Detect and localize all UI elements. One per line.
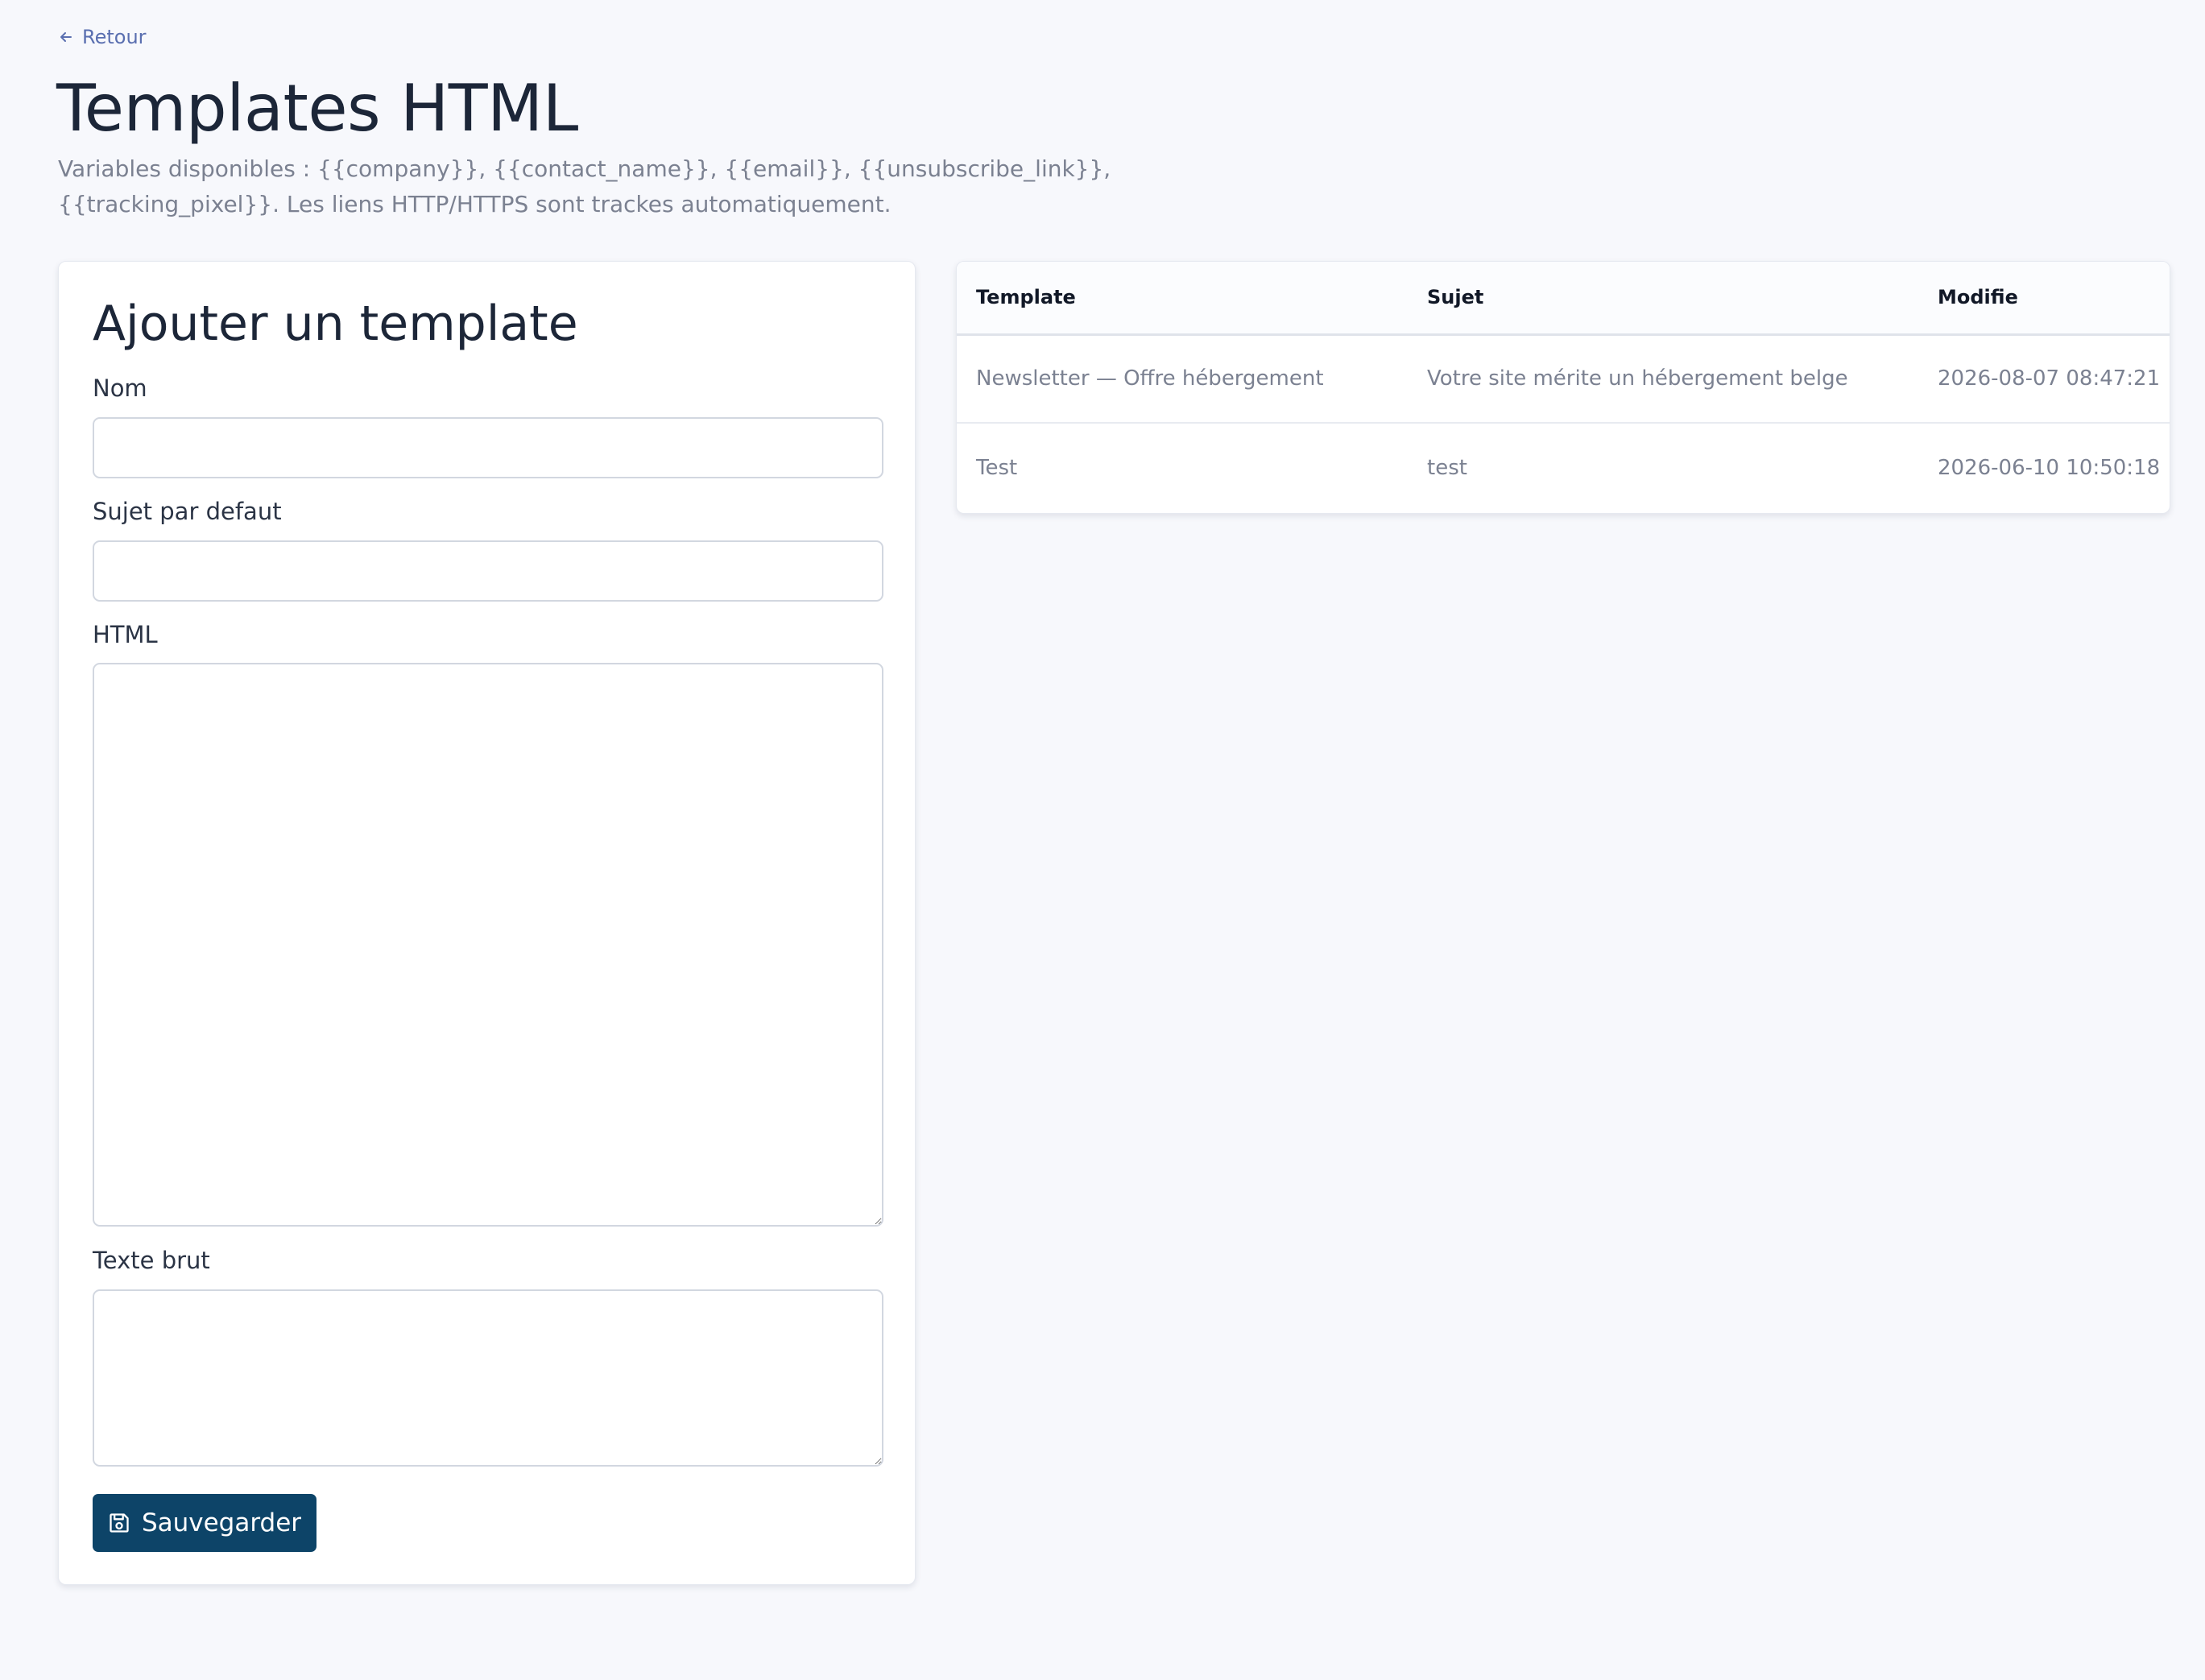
back-link-label: Retour (82, 26, 147, 48)
html-textarea[interactable] (93, 663, 883, 1227)
save-button[interactable]: Sauvegarder (93, 1494, 316, 1552)
back-link[interactable]: Retour (58, 26, 147, 48)
column-header-subject: Sujet (1408, 262, 1938, 336)
subject-input[interactable] (93, 540, 883, 602)
page-title: Templates HTML (56, 71, 578, 146)
page-subtitle: Variables disponibles : {{company}}, {{c… (58, 155, 1111, 217)
cell-template-name: Test (976, 455, 1018, 480)
subject-label: Sujet par defaut (93, 498, 282, 525)
cell-subject: test (1427, 455, 1467, 480)
floppy-disk-icon (110, 1513, 129, 1533)
table-header-row: Template Sujet Modifie (957, 262, 2170, 336)
cell-modified: 2026-06-10 10:50:18 (1938, 455, 2161, 480)
add-template-card: Ajouter un template Nom Sujet par defaut… (58, 261, 916, 1585)
name-input[interactable] (93, 417, 883, 478)
column-header-modified: Modifie (1938, 262, 2170, 336)
templates-table-card: Template Sujet Modifie Newsletter — Offr… (956, 261, 2170, 514)
cell-modified: 2026-08-07 08:47:21 (1938, 334, 2170, 424)
table-row[interactable]: Test test 2026-06-10 10:50:18 (957, 423, 2170, 511)
save-button-label: Sauvegarder (141, 1508, 302, 1537)
cell-template-name: Newsletter — Offre hébergement (957, 334, 1408, 424)
page: Retour Templates HTML Variables disponib… (0, 0, 2205, 1680)
cell-subject: Votre site mérite un hébergement belge (1408, 334, 1938, 424)
plain-text-textarea[interactable] (93, 1289, 883, 1467)
form-heading: Ajouter un template (93, 296, 578, 352)
arrow-left-icon (60, 32, 72, 42)
column-header-template: Template (957, 262, 1408, 336)
plain-text-label: Texte brut (93, 1247, 210, 1274)
table-row[interactable]: Newsletter — Offre hébergement Votre sit… (957, 334, 2170, 424)
name-label: Nom (93, 374, 147, 402)
html-label: HTML (93, 621, 158, 648)
templates-table: Template Sujet Modifie Newsletter — Offr… (957, 262, 2170, 511)
